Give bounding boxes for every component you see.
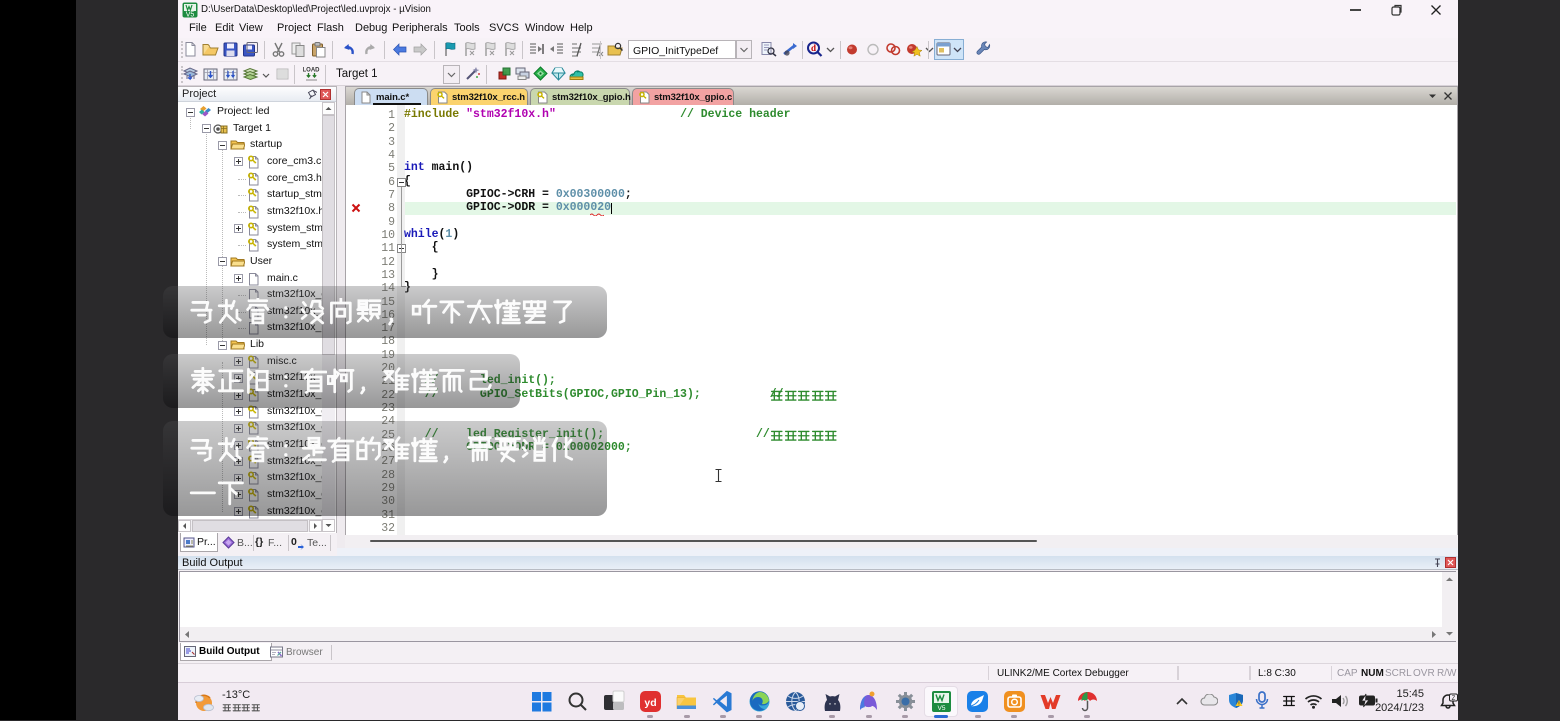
svg-text:V5: V5 [937, 705, 945, 712]
svg-text:LOAD: LOAD [303, 68, 320, 74]
svg-text:Z: Z [1452, 696, 1456, 702]
svg-text:yd: yd [644, 697, 656, 709]
svg-text:V5: V5 [186, 12, 195, 19]
svg-text:d: d [811, 43, 816, 53]
